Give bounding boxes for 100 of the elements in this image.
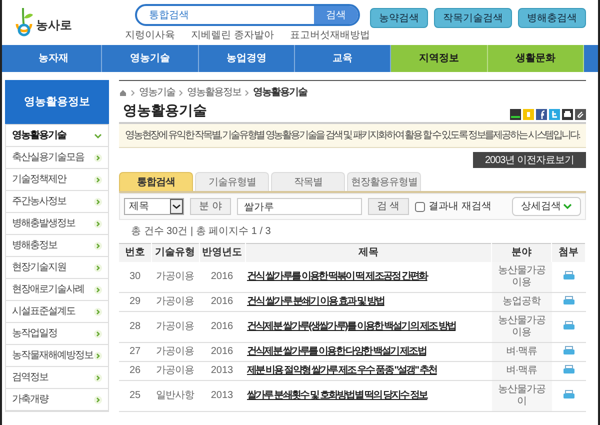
table-cell: 27 bbox=[129, 346, 141, 356]
table-cell: 2016 bbox=[210, 346, 234, 356]
table-cell: 28 bbox=[129, 320, 141, 332]
table-cell: 가공이용 bbox=[156, 296, 194, 306]
chevron-right-icon bbox=[94, 286, 102, 294]
paperclip-icon[interactable] bbox=[575, 109, 586, 120]
table-cell: 농산물가공이용 bbox=[498, 264, 546, 288]
chevron-right-icon bbox=[94, 242, 102, 250]
column-header: 제목 bbox=[245, 244, 492, 262]
sidebar-header: 영농활용정보 bbox=[5, 80, 109, 124]
breadcrumb-link[interactable]: 영농활용정보 bbox=[187, 85, 241, 100]
table-cell: 26 bbox=[129, 364, 141, 376]
table-cell: 농산물가공이용 bbox=[498, 314, 546, 338]
facebook-icon[interactable] bbox=[536, 109, 547, 120]
sidebar-item[interactable]: 주간농사정보 bbox=[6, 191, 108, 213]
table-cell: 30 bbox=[129, 270, 141, 282]
sidebar-item[interactable]: 기술정책제안 bbox=[6, 169, 108, 191]
keyword-link[interactable]: 지렁이사육 bbox=[125, 28, 176, 43]
chevron-right-icon bbox=[94, 352, 102, 360]
table-cell: 2013 bbox=[210, 390, 234, 400]
chevron-right-icon bbox=[94, 396, 102, 404]
column-header: 기술유형 bbox=[151, 244, 199, 262]
chevron-down-icon bbox=[563, 203, 572, 210]
column-header: 반영년도 bbox=[199, 244, 245, 262]
printer-icon[interactable] bbox=[562, 296, 574, 306]
detail-search-button[interactable]: 상세검색 bbox=[512, 197, 581, 216]
sidebar-item[interactable]: 농작물재해예방정보 bbox=[6, 345, 108, 367]
search-shortcut-button[interactable]: 병해충검색 bbox=[518, 8, 586, 28]
tab[interactable]: 통합검색 bbox=[119, 172, 193, 191]
keyword-link[interactable]: 표고버섯재배방법 bbox=[290, 28, 370, 43]
home-icon[interactable] bbox=[119, 88, 127, 96]
nav-tab[interactable]: 농업경영 bbox=[198, 45, 295, 72]
title-link[interactable]: 건식제분 쌀가루를 이용한 다양한 백설기 제조법 bbox=[247, 346, 426, 356]
bookmark-icon[interactable] bbox=[510, 109, 521, 120]
table-cell: 일반사항 bbox=[156, 390, 194, 400]
table-cell: 29 bbox=[129, 296, 141, 306]
print-icon[interactable] bbox=[562, 109, 573, 120]
field-button[interactable]: 분 야 bbox=[190, 198, 231, 215]
table-cell: 2016 bbox=[210, 296, 234, 306]
description-text: 영농현장에 유익한 작목별, 기술유형별 영농활용기술을 검색 및 패키지화하여 활용 할 수 있도록 정보를제공하는 시스템입니다. bbox=[119, 124, 586, 148]
search-button[interactable]: 검 색 bbox=[368, 198, 409, 215]
title-link[interactable]: 건식 쌀가루 분쇄기 이용 효과 및 방법 bbox=[247, 296, 384, 306]
logo-text: 농사로 bbox=[36, 17, 72, 34]
sidebar-item[interactable]: 현장애로기술사례 bbox=[6, 279, 108, 301]
sidebar-item[interactable]: 현장기술지원 bbox=[6, 257, 108, 279]
printer-icon[interactable] bbox=[562, 365, 574, 376]
chevron-right-icon bbox=[94, 374, 102, 382]
nav-tab[interactable]: 생활문화 bbox=[488, 45, 584, 72]
tab[interactable]: 작목별 bbox=[271, 172, 345, 191]
sidebar-item[interactable]: 영농활용기술 bbox=[6, 125, 108, 147]
chevron-down-icon bbox=[94, 132, 102, 140]
title-link[interactable]: 건식제분 쌀가루(생쌀가루)를 이용한 백설기의 제조 방법 bbox=[247, 320, 456, 332]
tab[interactable]: 기술유형별 bbox=[195, 172, 269, 191]
printer-icon[interactable] bbox=[562, 346, 574, 356]
column-header: 첨부 bbox=[552, 244, 586, 262]
sidebar-item[interactable]: 검역정보 bbox=[6, 367, 108, 389]
printer-icon[interactable] bbox=[562, 321, 574, 332]
printer-icon[interactable] bbox=[562, 390, 574, 400]
sidebar-item[interactable]: 농작업일정 bbox=[6, 323, 108, 345]
title-link[interactable]: 제분 비용 절약형 쌀가루 제조 우수 품종 "설갱" 추천 bbox=[247, 364, 437, 376]
title-link[interactable]: 쌀가루 분쇄횟수 및 호화방법별 떡의 당지수 정보 bbox=[247, 390, 428, 400]
sidebar-item[interactable]: 시설표준설계도 bbox=[6, 301, 108, 323]
breadcrumb-link[interactable]: 영농활용기술 bbox=[253, 85, 307, 100]
title-link[interactable]: 건식 쌀가루를 이용한 떡볶이 떡 제조공정 간편화 bbox=[247, 270, 428, 282]
sidebar-item[interactable]: 병해충발생정보 bbox=[6, 213, 108, 235]
table-cell: 농산물가공이 bbox=[498, 384, 546, 406]
table-cell: 벼·맥류 bbox=[506, 346, 538, 356]
chevron-right-icon bbox=[94, 176, 102, 184]
table-cell: 가공이용 bbox=[156, 346, 194, 356]
sidebar-item[interactable]: 가축개량 bbox=[6, 389, 108, 411]
chevron-right-icon bbox=[94, 330, 102, 338]
breadcrumb-link[interactable]: 영농기술 bbox=[139, 85, 175, 100]
table-cell: 가공이용 bbox=[156, 270, 194, 282]
sidebar-item[interactable]: 병해충정보 bbox=[6, 235, 108, 257]
sidebar-item[interactable]: 축산실용기술모음 bbox=[6, 147, 108, 169]
query-field[interactable]: 쌀가루 bbox=[236, 198, 362, 215]
result-summary: 총 건수 30건 | 총 페이지수 1 / 3 bbox=[130, 226, 272, 238]
chevron-right-icon bbox=[94, 264, 102, 272]
table-cell: 가공이용 bbox=[156, 320, 194, 332]
type-select[interactable]: 제목 bbox=[124, 198, 184, 215]
column-header: 번호 bbox=[119, 244, 151, 262]
chevron-right-icon bbox=[94, 154, 102, 162]
table-cell: 2016 bbox=[210, 320, 234, 332]
table-cell: 25 bbox=[129, 390, 141, 400]
chevron-right-icon bbox=[94, 198, 102, 206]
tab[interactable]: 현장활용유형별 bbox=[347, 172, 421, 191]
search-shortcut-button[interactable]: 작목기술검색 bbox=[434, 8, 512, 28]
chevron-right-icon bbox=[131, 90, 135, 96]
refine-checkbox[interactable] bbox=[414, 202, 425, 212]
archive-button[interactable]: 2003년 이전자료보기 bbox=[472, 152, 586, 168]
search-button[interactable]: 검색 bbox=[314, 6, 358, 24]
table-cell: 2016 bbox=[210, 270, 234, 282]
nav-tab[interactable]: 지역정보 bbox=[391, 45, 488, 72]
table-cell: 농업공학 bbox=[502, 296, 540, 306]
printer-icon[interactable] bbox=[562, 271, 574, 282]
table-cell: 벼·맥류 bbox=[506, 364, 538, 376]
keyword-link[interactable]: 지베렐린 종자발아 bbox=[191, 28, 274, 43]
search-shortcut-button[interactable]: 농약검색 bbox=[370, 8, 428, 28]
search-field[interactable]: 통합검색 검색 bbox=[135, 4, 360, 26]
checkbox-label: 결과내 재검색 bbox=[428, 200, 492, 214]
